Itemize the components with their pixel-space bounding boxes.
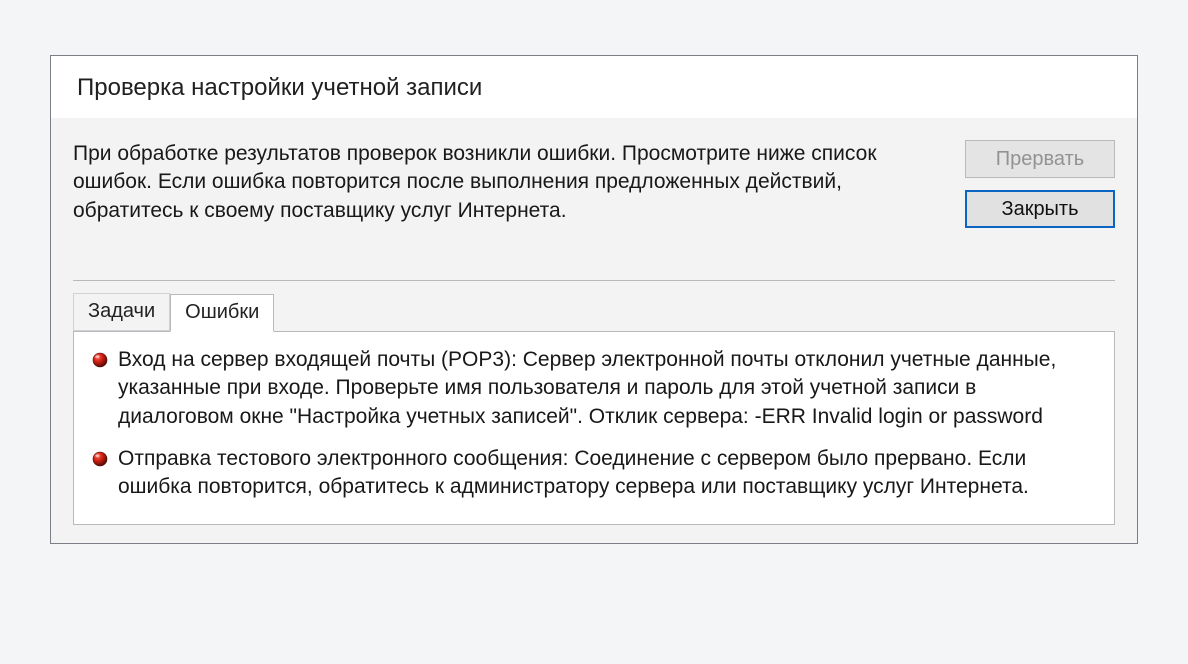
dialog-description: При обработке результатов проверок возни… <box>73 140 947 225</box>
account-test-dialog: Проверка настройки учетной записи При об… <box>50 55 1138 544</box>
error-text: Отправка тестового электронного сообщени… <box>118 445 1096 502</box>
dialog-title: Проверка настройки учетной записи <box>51 56 1137 118</box>
dialog-buttons: Прервать Закрыть <box>965 140 1115 228</box>
error-icon <box>92 451 108 467</box>
tab-errors[interactable]: Ошибки <box>170 294 274 332</box>
dialog-body: При обработке результатов проверок возни… <box>51 118 1137 543</box>
close-button[interactable]: Закрыть <box>965 190 1115 228</box>
error-text: Вход на сервер входящей почты (POP3): Се… <box>118 346 1096 431</box>
tab-tasks[interactable]: Задачи <box>73 293 170 331</box>
dialog-top-row: При обработке результатов проверок возни… <box>73 140 1115 228</box>
errors-panel: Вход на сервер входящей почты (POP3): Се… <box>73 331 1115 525</box>
tab-strip: Задачи Ошибки <box>73 293 1115 331</box>
error-item: Вход на сервер входящей почты (POP3): Се… <box>92 346 1096 431</box>
error-item: Отправка тестового электронного сообщени… <box>92 445 1096 502</box>
section-divider <box>73 280 1115 281</box>
error-icon <box>92 352 108 368</box>
abort-button[interactable]: Прервать <box>965 140 1115 178</box>
